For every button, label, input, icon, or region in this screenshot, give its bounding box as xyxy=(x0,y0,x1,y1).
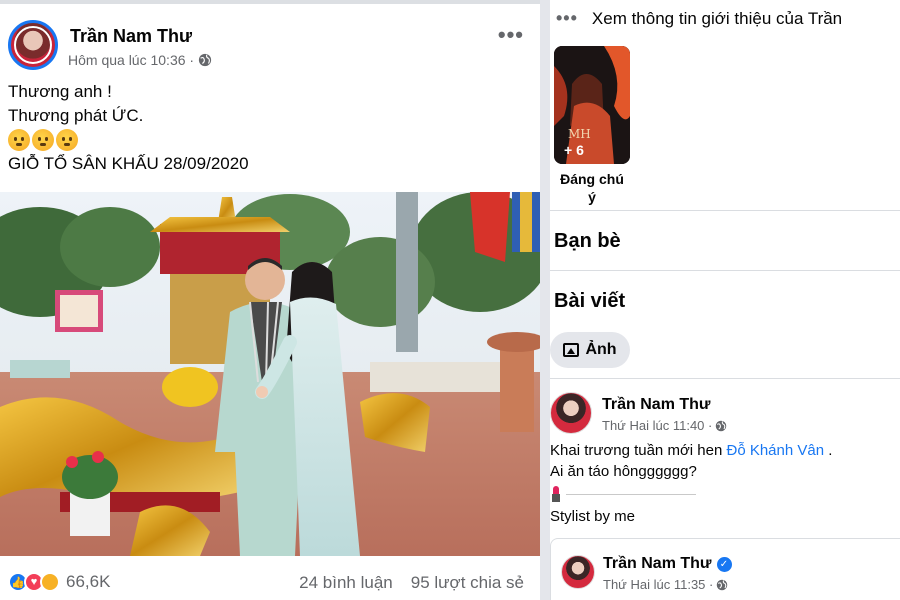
lipstick-icon xyxy=(552,486,560,502)
post-timestamp[interactable]: Thứ Hai lúc 11:35 · xyxy=(603,577,728,592)
face-with-hand-over-mouth-icon xyxy=(8,129,30,151)
shares-count-link[interactable]: 95 lượt chia sẻ xyxy=(411,573,524,593)
post-body: Thương anh ! Thương phát ỨC. GIỖ TỔ SÂN … xyxy=(8,80,249,176)
emoji-row xyxy=(8,129,249,151)
engagement-stats: 24 bình luận 95 lượt chia sẻ xyxy=(299,573,524,593)
post-card: Trần Nam Thư ✓ Thứ Hai lúc 11:35 · xyxy=(550,538,900,600)
globe-icon xyxy=(716,420,727,431)
globe-icon xyxy=(198,53,212,67)
post-timestamp[interactable]: Thứ Hai lúc 11:40 · xyxy=(602,418,727,433)
photos-button-label: Ảnh xyxy=(585,341,617,358)
section-divider xyxy=(550,270,900,271)
lipstick-row xyxy=(552,486,696,502)
friends-heading[interactable]: Bạn bè xyxy=(554,230,621,253)
see-about-text: Xem thông tin giới thiệu của Trần xyxy=(591,8,843,28)
mention-link[interactable]: Đỗ Khánh Vân xyxy=(726,442,824,459)
profile-panel: ••• Xem thông tin giới thiệu của Trần MH… xyxy=(550,0,900,600)
photo-icon xyxy=(563,343,580,357)
featured-collection-thumb[interactable]: MH + 6 xyxy=(554,46,630,164)
post-time-text: Hôm qua lúc 10:36 · xyxy=(68,52,195,68)
section-divider xyxy=(550,210,900,211)
author-avatar[interactable] xyxy=(8,20,58,70)
post-author-avatar[interactable] xyxy=(550,392,592,434)
more-options-icon[interactable]: ••• xyxy=(498,22,524,48)
featured-extra-count: + 6 xyxy=(564,142,584,158)
photos-filter-button[interactable]: Ảnh xyxy=(550,332,630,368)
globe-icon xyxy=(717,579,728,590)
svg-text:MH: MH xyxy=(568,127,591,141)
post-timestamp[interactable]: Hôm qua lúc 10:36 · xyxy=(68,52,212,68)
reactions-summary[interactable]: 👍 ♥ 66,6K xyxy=(8,572,110,592)
post-body: Khai trương tuần mới hen Đỗ Khánh Vân . … xyxy=(550,440,895,482)
post-body-prefix: Khai trương tuần mới hen xyxy=(550,442,727,459)
verified-badge-icon: ✓ xyxy=(716,556,732,572)
comments-count-link[interactable]: 24 bình luận xyxy=(299,573,393,593)
post-line-2: Thương phát ỨC. xyxy=(8,106,144,125)
haha-reaction-icon xyxy=(40,572,60,592)
panel-divider xyxy=(540,0,550,600)
post-line-1: Thương anh ! xyxy=(8,82,112,101)
post-time-text: Thứ Hai lúc 11:40 · xyxy=(602,418,713,433)
post-author-name-text: Trần Nam Thư xyxy=(602,396,711,413)
see-about-link[interactable]: ••• Xem thông tin giới thiệu của Trần xyxy=(556,8,842,29)
post-time-text: Thứ Hai lúc 11:35 · xyxy=(603,577,714,592)
more-horizontal-icon: ••• xyxy=(556,8,578,28)
top-divider xyxy=(0,0,540,4)
section-divider xyxy=(550,378,900,379)
post-author-name-text: Trần Nam Thư xyxy=(603,555,712,572)
post-body-line1: Khai trương tuần mới hen Đỗ Khánh Vân . xyxy=(550,440,895,461)
posts-heading: Bài viết xyxy=(554,290,626,312)
author-name[interactable]: Trần Nam Thư xyxy=(70,26,192,47)
face-with-hand-over-mouth-icon xyxy=(32,129,54,151)
face-with-hand-over-mouth-icon xyxy=(56,129,78,151)
reaction-count: 66,6K xyxy=(66,572,111,591)
post-line-3: GIỖ TỔ SÂN KHẤU 28/09/2020 xyxy=(8,154,249,173)
facebook-post: Trần Nam Thư Hôm qua lúc 10:36 · ••• Thư… xyxy=(0,0,540,600)
stylist-text: Stylist by me xyxy=(550,508,636,525)
post-author-name[interactable]: Trần Nam Thư ✓ xyxy=(603,555,732,573)
post-photo[interactable] xyxy=(0,192,540,556)
post-author-avatar[interactable] xyxy=(561,555,595,589)
featured-label[interactable]: Đáng chú ý xyxy=(550,170,634,206)
post-author-name[interactable]: Trần Nam Thư xyxy=(602,396,711,414)
post-body-line2: Ai ăn táo hôngggggg? xyxy=(550,463,697,480)
faded-rule xyxy=(566,493,696,495)
featured-label-line2: ý xyxy=(588,189,596,205)
featured-label-line1: Đáng chú xyxy=(560,171,624,187)
post-body-suffix: . xyxy=(824,442,833,459)
